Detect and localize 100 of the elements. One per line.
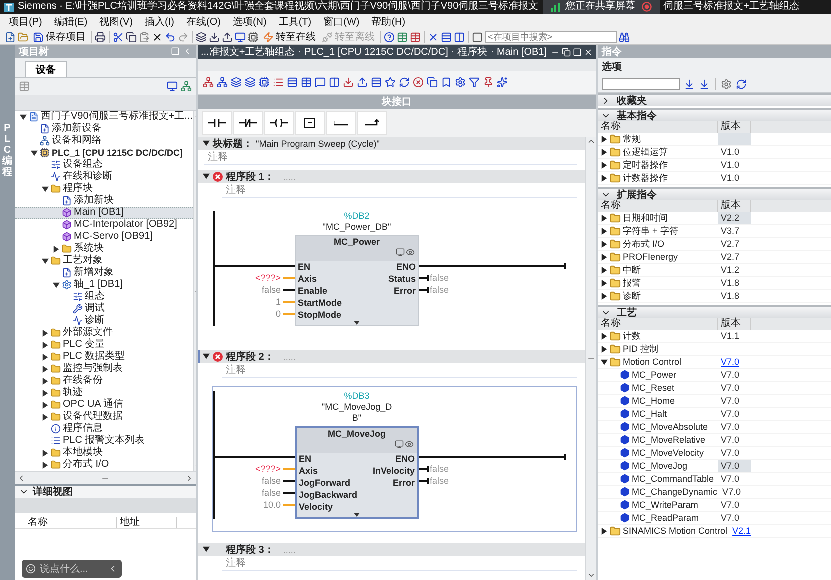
print-icon[interactable] — [95, 32, 106, 42]
collapsed-arrow-icon[interactable] — [601, 528, 608, 534]
layers-icon[interactable] — [196, 32, 207, 42]
tree-item[interactable]: 轴_1 [DB1] — [15, 279, 193, 291]
tree-item[interactable]: PLC 数据类型 — [15, 351, 193, 363]
close-branch-button[interactable] — [357, 111, 387, 135]
block-title-value[interactable]: "Main Program Sweep (Cycle)" — [256, 138, 380, 148]
tree-item[interactable]: PLC_1 [CPU 1215C DC/DC/DC] — [15, 147, 193, 159]
upload-icon[interactable] — [357, 77, 368, 88]
expanded-arrow-icon[interactable] — [41, 257, 49, 265]
collapsed-arrow-icon[interactable] — [601, 214, 608, 222]
column-header[interactable]: 名称 — [25, 517, 117, 528]
restore-icon[interactable] — [562, 48, 571, 56]
instruction-item[interactable]: SINAMICS Motion Control — [598, 526, 730, 536]
help-icon[interactable] — [384, 32, 395, 42]
save-project-button[interactable]: 保存项目 — [31, 30, 88, 44]
scroll-right-icon[interactable] — [185, 474, 194, 482]
menu-item[interactable]: 插入(I) — [140, 14, 180, 30]
collapsed-arrow-icon[interactable] — [601, 228, 608, 234]
section-title[interactable]: 工艺 — [617, 306, 637, 320]
tree-item[interactable]: 添加新块 — [15, 195, 193, 207]
tree-item[interactable]: 组态 — [15, 291, 193, 303]
sparkles-icon[interactable] — [497, 77, 508, 88]
column-header[interactable]: 名称 — [598, 318, 718, 330]
tab[interactable]: 设备 — [25, 61, 67, 77]
monitor-icon[interactable] — [235, 32, 246, 42]
expanded-arrow-icon[interactable] — [30, 149, 38, 157]
new-file-icon[interactable] — [5, 32, 16, 42]
cpu-icon[interactable] — [259, 77, 270, 88]
delete-icon[interactable] — [152, 32, 163, 42]
star-icon[interactable] — [385, 77, 396, 88]
comment-field[interactable]: 注释 — [222, 556, 246, 570]
table-icon[interactable] — [301, 77, 312, 88]
clear-icon[interactable] — [413, 77, 424, 88]
tree-item[interactable]: 工艺对象 — [15, 255, 193, 267]
tree-item[interactable]: OPC UA 通信 — [15, 399, 193, 411]
gear-icon[interactable] — [721, 78, 732, 90]
tree-item[interactable]: 外部源文件 — [15, 327, 193, 339]
breadcrumb-item[interactable]: PLC_1 [CPU 1215C DC/DC/DC] — [304, 46, 448, 58]
collapsed-arrow-icon[interactable] — [601, 332, 608, 340]
column-header[interactable]: 名称 — [598, 200, 718, 212]
network-icon[interactable] — [203, 77, 214, 88]
instruction-item[interactable]: MC_Home — [598, 396, 718, 406]
collapsed-arrow-icon[interactable] — [601, 162, 608, 168]
instruction-item[interactable]: MC_Halt — [598, 409, 718, 419]
column-header[interactable]: 名称 — [598, 121, 718, 133]
smiley-icon[interactable] — [26, 564, 36, 574]
tree-item[interactable]: MC-Interpolator [OB92] — [15, 219, 193, 231]
tree-item[interactable]: 设备组态 — [15, 159, 193, 171]
comment-field[interactable]: 注释 — [222, 183, 246, 197]
breadcrumb-item[interactable]: 程序块 — [458, 45, 488, 59]
tree-item[interactable]: 分布式 I/O — [15, 459, 193, 471]
instruction-item[interactable]: 诊断 — [598, 290, 718, 302]
scroll-left-icon[interactable] — [17, 474, 26, 482]
collapsed-arrow-icon[interactable] — [601, 136, 608, 142]
instruction-item[interactable]: PID 控制 — [598, 342, 718, 356]
instruction-item[interactable]: 定时器操作 — [598, 158, 718, 172]
scroll-up-icon[interactable] — [586, 137, 596, 146]
monitor-icon[interactable] — [395, 440, 404, 449]
expanded-arrow-icon[interactable] — [203, 140, 210, 147]
instruction-search-field[interactable] — [602, 78, 680, 90]
bookmark-icon[interactable] — [441, 77, 452, 88]
list-icon[interactable] — [273, 77, 284, 88]
instruction-item[interactable]: Motion Control — [598, 356, 718, 368]
open-branch-button[interactable] — [326, 111, 356, 135]
menu-item[interactable]: 视图(V) — [94, 14, 138, 30]
instruction-item[interactable]: MC_MoveAbsolute — [598, 422, 718, 432]
tree-item[interactable]: 本地模块 — [15, 447, 193, 459]
gear-icon[interactable] — [455, 77, 466, 88]
collapsed-arrow-icon[interactable] — [601, 280, 608, 286]
collapsed-arrow-icon[interactable] — [41, 341, 49, 349]
network-icon[interactable] — [217, 77, 228, 88]
collapsed-arrow-icon[interactable] — [52, 245, 60, 253]
tree-item[interactable]: 在线和诊断 — [15, 171, 193, 183]
instruction-item[interactable]: MC_Reset — [598, 383, 718, 393]
collapsed-arrow-icon[interactable] — [41, 377, 49, 385]
collapsed-arrow-icon[interactable] — [41, 353, 49, 361]
refresh-icon[interactable] — [399, 77, 410, 88]
menu-item[interactable]: 项目(P) — [4, 14, 48, 30]
instruction-item[interactable]: 报警 — [598, 276, 718, 290]
instruction-item[interactable]: PROFIenergy — [598, 252, 718, 262]
instruction-item[interactable]: MC_Power — [598, 370, 718, 380]
normally-open-contact-button[interactable] — [202, 111, 232, 135]
upload-icon[interactable] — [222, 32, 233, 42]
table-icon[interactable] — [397, 32, 408, 42]
search-up-icon[interactable] — [699, 78, 710, 90]
search-down-icon[interactable] — [684, 78, 695, 90]
collapsed-arrow-icon[interactable] — [41, 449, 49, 457]
instruction-item[interactable]: MC_ReadParam — [598, 513, 718, 523]
collapsed-arrow-icon[interactable] — [601, 292, 608, 300]
menu-item[interactable]: 在线(O) — [181, 14, 226, 30]
instruction-item[interactable]: MC_CommandTable — [598, 474, 718, 484]
comment-field[interactable]: 注释 — [222, 363, 246, 377]
copy-icon[interactable] — [427, 77, 438, 88]
expanded-arrow-icon[interactable] — [52, 281, 60, 289]
expand-caret-icon[interactable] — [354, 321, 360, 325]
chat-placeholder[interactable]: 说点什么... — [40, 562, 104, 576]
coil-button[interactable] — [264, 111, 294, 135]
binoculars-icon[interactable] — [619, 32, 630, 42]
collapsed-arrow-icon[interactable] — [601, 254, 608, 260]
